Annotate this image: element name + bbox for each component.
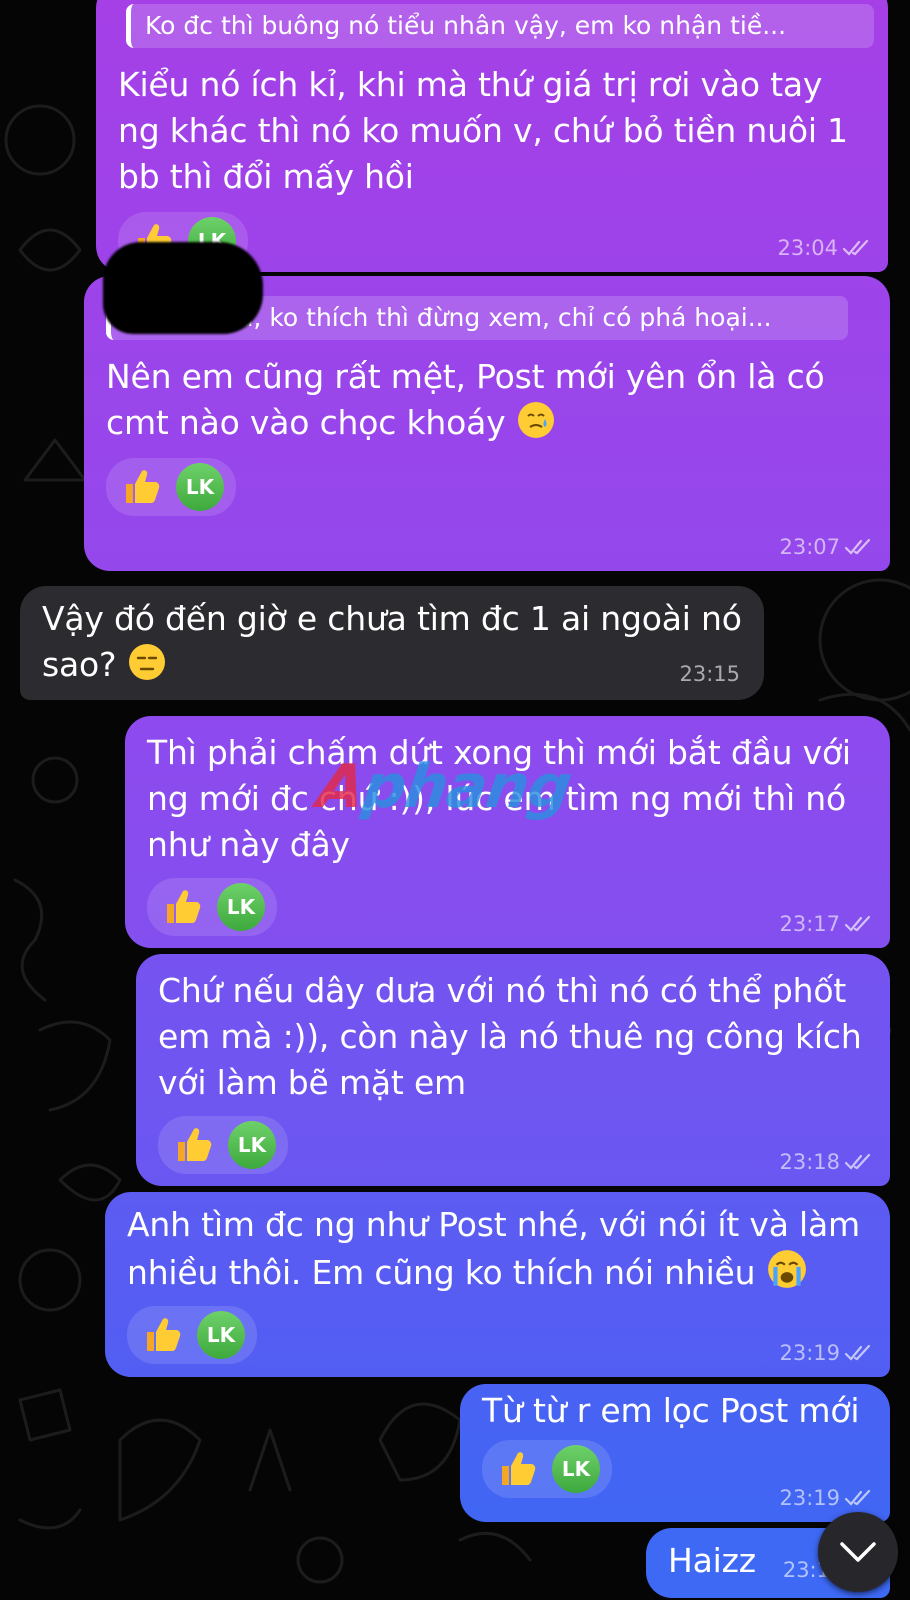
- message-time: 23:19: [779, 1486, 840, 1510]
- redaction-mark: [103, 242, 263, 334]
- message-meta: 23:15: [679, 662, 740, 686]
- reactor-avatar[interactable]: LK: [197, 1311, 245, 1359]
- double-check-icon: [844, 1344, 871, 1361]
- reply-quote[interactable]: Ko đc thì buông nó tiểu nhân vậy, em ko …: [126, 4, 874, 48]
- message-text: Từ từ r em lọc Post mới: [482, 1391, 860, 1430]
- message-text-content: Anh tìm đc ng như Post nhé, với nói ít v…: [127, 1205, 860, 1292]
- reaction-chip[interactable]: LK: [158, 1116, 288, 1174]
- message-time: 23:07: [779, 535, 840, 559]
- double-check-icon: [844, 1489, 871, 1506]
- outgoing-message-bubble[interactable]: Chứ nếu dây dưa với nó thì nó có thể phố…: [136, 954, 890, 1186]
- reply-quote-text: Ko đc thì buông nó tiểu nhân vậy, em ko …: [145, 11, 787, 40]
- reaction-chip[interactable]: LK: [106, 458, 236, 516]
- outgoing-message-bubble[interactable]: Thì phải chấm dứt xong thì mới bắt đầu v…: [125, 716, 890, 948]
- message-text: Kiểu nó ích kỉ, khi mà thứ giá trị rơi v…: [118, 65, 848, 196]
- double-check-icon: [842, 239, 869, 256]
- thumbs-up-icon: [147, 1318, 181, 1351]
- message-meta: 23:19: [779, 1486, 872, 1510]
- message-text-content: Nên em cũng rất mệt, Post mới yên ổn là …: [106, 357, 825, 442]
- message-time: 23:19: [779, 1341, 840, 1365]
- message-time: 23:17: [779, 912, 840, 936]
- loudly-crying-emoji-icon: [767, 1250, 806, 1288]
- reactor-avatar[interactable]: LK: [217, 883, 265, 931]
- message-meta: 23:18: [779, 1150, 872, 1174]
- outgoing-message-bubble[interactable]: Ko đc thì buông nó tiểu nhân vậy, em ko …: [96, 0, 888, 272]
- reaction-chip[interactable]: LK: [127, 1306, 257, 1364]
- message-time: 23:18: [779, 1150, 840, 1174]
- reaction-chip[interactable]: LK: [482, 1440, 612, 1498]
- message-time: 23:15: [679, 662, 740, 686]
- thumbs-up-icon: [167, 890, 201, 923]
- message-meta: 23:17: [779, 912, 872, 936]
- scroll-to-bottom-button[interactable]: [818, 1512, 898, 1592]
- expressionless-face-emoji-icon: [128, 644, 165, 680]
- outgoing-message-bubble[interactable]: Anh tìm đc ng như Post nhé, với nói ít v…: [105, 1192, 890, 1377]
- incoming-message-bubble[interactable]: Vậy đó đến giờ e chưa tìm đc 1 ai ngoài …: [20, 586, 764, 700]
- double-check-icon: [844, 538, 871, 555]
- chevron-down-icon: [840, 1542, 876, 1562]
- crying-smile-emoji-icon: [517, 402, 554, 438]
- message-text: Vậy đó đến giờ e chưa tìm đc 1 ai ngoài …: [42, 596, 742, 688]
- chat-message-list[interactable]: Ko đc thì buông nó tiểu nhân vậy, em ko …: [0, 0, 910, 1600]
- message-text: Nên em cũng rất mệt, Post mới yên ổn là …: [106, 354, 868, 446]
- reactor-avatar[interactable]: LK: [552, 1445, 600, 1493]
- thumbs-up-icon: [502, 1452, 536, 1485]
- reaction-chip[interactable]: LK: [147, 878, 277, 936]
- outgoing-message-bubble[interactable]: Từ từ r em lọc Post mới LK 23:19: [460, 1384, 890, 1522]
- message-meta: 23:04: [777, 236, 870, 260]
- thumbs-up-icon: [126, 470, 160, 503]
- double-check-icon: [844, 915, 871, 932]
- reactor-avatar[interactable]: LK: [228, 1121, 276, 1169]
- message-meta: 23:07: [779, 535, 872, 559]
- watermark-logo: Aphang: [313, 752, 575, 822]
- double-check-icon: [844, 1153, 871, 1170]
- message-text: Anh tìm đc ng như Post nhé, với nói ít v…: [127, 1202, 868, 1296]
- message-text: Chứ nếu dây dưa với nó thì nó có thể phố…: [158, 971, 862, 1102]
- watermark-rest: phang: [358, 752, 576, 822]
- thumbs-up-icon: [178, 1128, 212, 1161]
- message-meta: 23:19: [779, 1341, 872, 1365]
- reactor-avatar[interactable]: LK: [176, 463, 224, 511]
- message-time: 23:04: [777, 236, 838, 260]
